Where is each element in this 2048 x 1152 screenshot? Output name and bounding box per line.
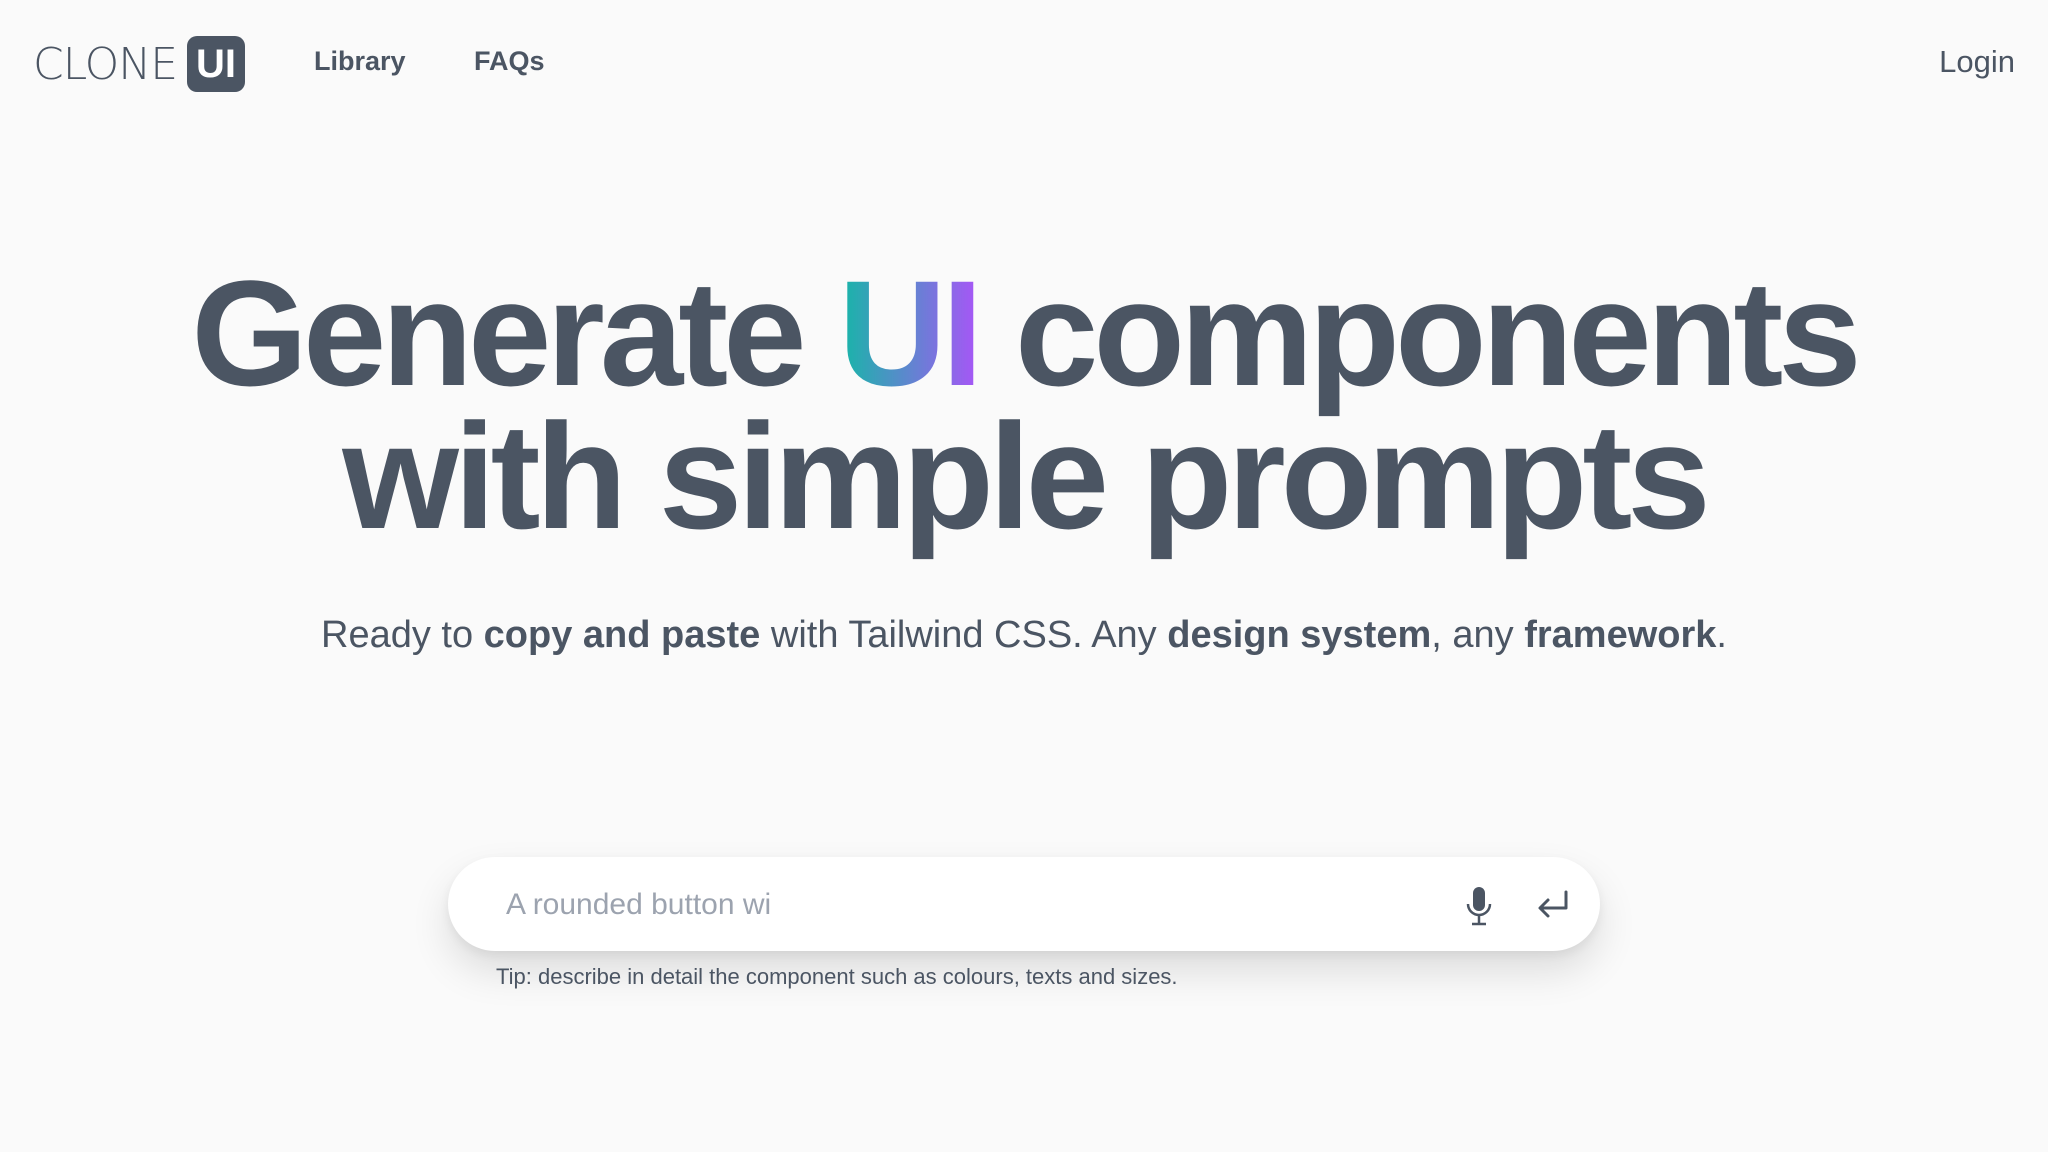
enter-icon[interactable] <box>1536 889 1570 919</box>
top-nav: CLONE UI Library FAQs Login <box>0 0 2048 128</box>
login-link[interactable]: Login <box>1939 44 2015 80</box>
subtitle-text: , any <box>1431 614 1525 656</box>
nav-faqs-link[interactable]: FAQs <box>474 46 545 77</box>
prompt-bar <box>448 857 1600 953</box>
subtitle-text: Ready to <box>321 614 484 656</box>
subtitle: Ready to copy and paste with Tailwind CS… <box>0 614 2048 657</box>
tip-text: Tip: describe in detail the component su… <box>496 964 1178 989</box>
hero-heading: Generate UI components with simple promp… <box>0 258 2048 551</box>
subtitle-bold: copy and paste <box>483 614 761 656</box>
subtitle-bold: framework <box>1524 614 1717 656</box>
prompt-input[interactable] <box>504 857 1408 953</box>
subtitle-text: with Tailwind CSS. Any <box>760 614 1168 656</box>
logo[interactable]: CLONE UI <box>33 36 246 92</box>
subtitle-text: . <box>1716 614 1727 656</box>
subtitle-bold: design system <box>1167 614 1432 656</box>
nav-library-link[interactable]: Library <box>314 46 406 77</box>
logo-badge: UI <box>187 36 246 92</box>
microphone-icon[interactable] <box>1464 886 1494 926</box>
logo-text: CLONE <box>33 38 178 90</box>
hero-line2: with simple prompts <box>342 392 1710 560</box>
